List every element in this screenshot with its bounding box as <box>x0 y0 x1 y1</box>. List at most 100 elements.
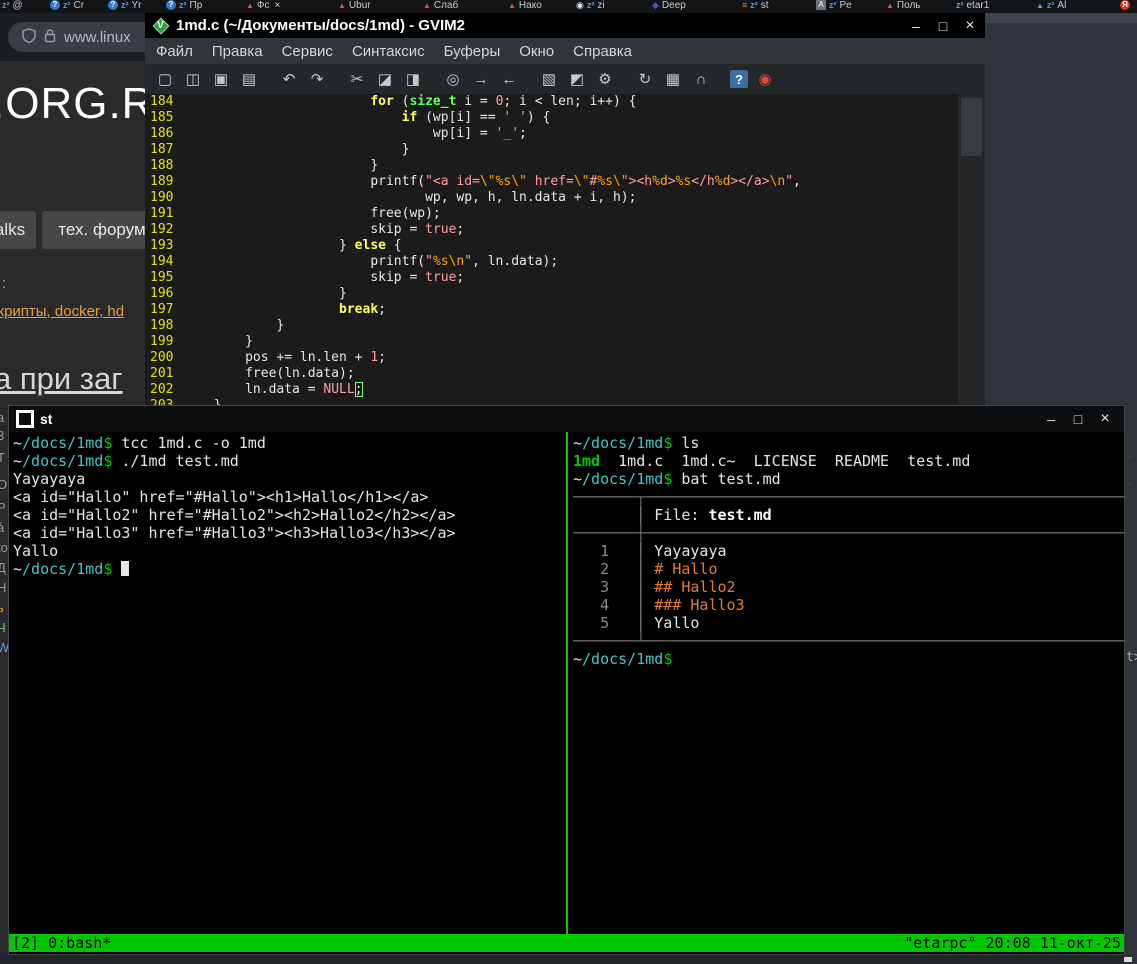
browser-tab[interactable]: z²@ <box>2 0 23 13</box>
maximize-button[interactable]: □ <box>1071 411 1085 427</box>
line-number: 199 <box>150 334 173 350</box>
code-text: } <box>182 398 221 405</box>
menu-Сервис[interactable]: Сервис <box>282 43 333 60</box>
code-line: 192 skip = true; <box>145 222 958 238</box>
save-session-icon[interactable]: ◩ <box>566 68 588 90</box>
build-tags-icon[interactable]: ▦ <box>662 68 684 90</box>
maximize-button[interactable]: □ <box>936 18 950 34</box>
menu-Файл[interactable]: Файл <box>156 43 193 60</box>
paste-icon[interactable]: ◨ <box>402 68 424 90</box>
minimize-button[interactable]: – <box>909 18 923 34</box>
tmux-pane-left[interactable]: ~/docs/1md$ tcc 1md.c -o 1md~/docs/1md$ … <box>13 432 563 936</box>
topic-link[interactable]: а при заг <box>0 361 123 397</box>
find-prev-icon[interactable]: ← <box>498 68 520 90</box>
browser-tab[interactable]: ▲z²Al <box>1036 0 1066 13</box>
close-button[interactable]: × <box>963 17 977 35</box>
menu-Синтаксис[interactable]: Синтаксис <box>352 43 425 60</box>
terminal-line: <a id="Hallo3" href="#Hallo3"><h3>Hallo3… <box>13 524 563 542</box>
browser-tab[interactable]: ▲Поль <box>886 0 921 13</box>
tmux-pane-divider[interactable] <box>566 432 568 936</box>
find-replace-icon[interactable]: ◎ <box>442 68 464 90</box>
terminal-line: 2 │ # Hallo <box>573 560 1124 578</box>
terminal-line: <a id="Hallo2" href="#Hallo2"><h2>Hallo2… <box>13 506 563 524</box>
gvim-window: V 1md.c (~/Документы/docs/1md) - GVIM2 –… <box>145 13 985 405</box>
line-number: 189 <box>150 174 173 190</box>
browser-tab[interactable]: z²etar1 <box>956 0 989 13</box>
menu-Окно[interactable]: Окно <box>519 43 554 60</box>
code-line: 196 } <box>145 286 958 302</box>
tmux-pane-right[interactable]: ~/docs/1md$ ls1md 1md.c 1md.c~ LICENSE R… <box>573 432 1124 936</box>
tmux-session-window: [2] 0:bash* <box>12 934 111 952</box>
code-text: } <box>182 158 378 173</box>
save-all-icon[interactable]: ▣ <box>210 68 232 90</box>
tech-forum-tab-button[interactable]: тех. форум <box>42 211 145 249</box>
browser-tab[interactable]: ▲Слаб <box>423 0 458 13</box>
browser-tab[interactable]: ?z²Пр <box>166 0 202 13</box>
browser-tab-strip: z²@?z²Cr?z²Yr?z²Пр▲Фс×▲Ubur▲Слаб▲Нако◉z²… <box>0 0 1137 13</box>
jump-tag-icon[interactable]: ∩ <box>690 68 712 90</box>
talks-tab-button[interactable]: alks <box>0 211 36 249</box>
browser-tab[interactable]: ≡z²st <box>742 0 769 13</box>
line-number: 195 <box>150 270 173 286</box>
new-file-icon[interactable]: ▢ <box>154 68 176 90</box>
arch-icon: ▲ <box>1036 0 1044 11</box>
url-bar[interactable]: www.linux <box>8 22 145 52</box>
terminal-line: │ File: test.md <box>573 506 1124 524</box>
code-line: 202 ln.data = NULL; <box>145 382 958 398</box>
menu-Правка[interactable]: Правка <box>212 43 263 60</box>
gvim-scrollbar[interactable] <box>958 94 985 405</box>
terminal-line: ───────┴────────────────────────────────… <box>573 632 1124 650</box>
menu-Справка[interactable]: Справка <box>573 43 632 60</box>
cut-icon[interactable]: ✂ <box>346 68 368 90</box>
print-icon[interactable]: ▤ <box>238 68 260 90</box>
code-text: } else { <box>182 238 401 253</box>
redo-icon[interactable]: ↷ <box>306 68 328 90</box>
code-area[interactable]: 184 for (size_t i = 0; i < len; i++) {18… <box>145 94 958 405</box>
browser-tab[interactable]: Az²Pe <box>816 0 852 13</box>
tab-label: Cr <box>74 0 85 11</box>
save-file-icon[interactable]: ◫ <box>182 68 204 90</box>
line-number: 197 <box>150 302 173 318</box>
code-text: ln.data = NULL; <box>182 382 362 397</box>
code-line: 191 free(wp); <box>145 206 958 222</box>
terminal-line: Yayayaya <box>13 470 563 488</box>
rocket-icon: ▲ <box>508 0 516 11</box>
browser-tab[interactable]: ▲Фс× <box>246 0 280 13</box>
code-line: 197 break; <box>145 302 958 318</box>
scrollbar-thumb[interactable] <box>961 98 982 156</box>
copy-icon[interactable]: ◪ <box>374 68 396 90</box>
browser-tab[interactable]: ◆Deep <box>652 0 686 13</box>
make-icon[interactable]: ↻ <box>634 68 656 90</box>
undo-icon[interactable]: ↶ <box>278 68 300 90</box>
help-icon[interactable]: ? <box>730 70 748 88</box>
find-next-icon[interactable]: → <box>470 68 492 90</box>
tag-links[interactable]: скрипты, docker, hd <box>0 303 124 320</box>
browser-tab[interactable]: ◉z²zi <box>576 0 605 13</box>
browser-tab[interactable]: ?z²Cr <box>50 0 84 13</box>
tab-label: Слаб <box>434 0 458 11</box>
minimize-button[interactable]: – <box>1044 411 1058 427</box>
tmux-status-bar: [2] 0:bash* "etarpc" 20:08 11-окт-25 <box>9 934 1124 952</box>
code-line: 193 } else { <box>145 238 958 254</box>
browser-tab[interactable]: ?z²Yr <box>108 0 142 13</box>
code-line: 203 } <box>145 398 958 405</box>
tab-label: Пр <box>190 0 203 11</box>
rocket-icon: ▲ <box>423 0 431 11</box>
gvim-title-bar[interactable]: V 1md.c (~/Документы/docs/1md) - GVIM2 <box>145 13 985 38</box>
code-line: 199 } <box>145 334 958 350</box>
load-session-icon[interactable]: ▧ <box>538 68 560 90</box>
menu-Буферы[interactable]: Буферы <box>444 43 501 60</box>
static-text: : <box>2 275 6 292</box>
sleep-icon: z² <box>179 0 187 11</box>
close-button[interactable]: × <box>1098 410 1112 428</box>
find-help-icon[interactable]: ◉ <box>754 68 776 90</box>
st-window-buttons: – □ × <box>1044 406 1112 432</box>
browser-tab[interactable]: ▲Нако <box>508 0 542 13</box>
code-line: 188 } <box>145 158 958 174</box>
browser-tab[interactable]: ▲Ubur <box>338 0 371 13</box>
browser-tab[interactable]: Я <box>1120 0 1133 13</box>
gvim-menu-bar: Файл Правка Сервис Синтаксис Буферы Окно Справ… <box>145 38 985 64</box>
run-script-icon[interactable]: ⚙ <box>594 68 616 90</box>
tab-close-icon[interactable]: × <box>275 0 281 11</box>
st-title-bar[interactable]: st <box>9 406 1124 432</box>
